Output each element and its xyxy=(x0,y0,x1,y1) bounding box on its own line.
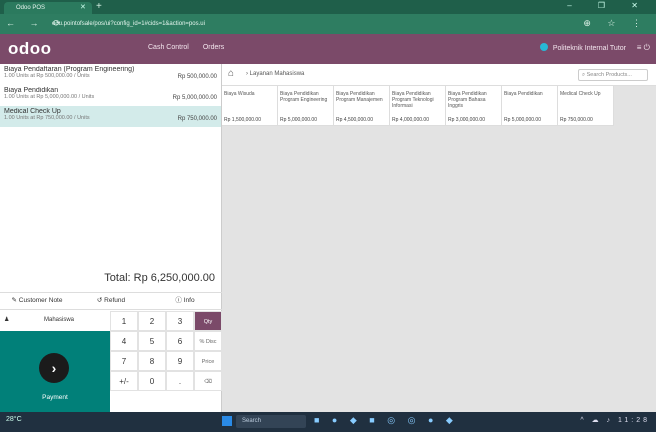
customer-note-label: Customer Note xyxy=(18,297,63,304)
order-line-price: Rp 5,000,000.00 xyxy=(172,95,217,101)
cash-control-button[interactable]: Cash Control xyxy=(148,44,189,51)
breadcrumb-category: Layanan Mahasiswa xyxy=(249,71,305,77)
numpad-key[interactable]: 3 xyxy=(166,311,194,331)
order-line[interactable]: Biaya Pendaftaran (Program Engineering) 1… xyxy=(0,64,221,85)
numpad-key[interactable]: Price xyxy=(194,351,222,371)
numpad-key[interactable]: ⌫ xyxy=(194,371,222,391)
product-card[interactable]: Biaya Pendidikan Program Teknologi Infor… xyxy=(390,86,446,126)
product-price: Rp 5,000,000.00 xyxy=(280,117,317,123)
control-buttons: ✎ Customer Note ↺ Refund ⓘ Info xyxy=(0,292,222,310)
product-price: Rp 5,000,000.00 xyxy=(504,117,541,123)
browser-extension-icons[interactable]: ⊕ ☆ ⋮ xyxy=(583,18,648,29)
product-name: Biaya Pendidikan Program Bahasa Inggris xyxy=(448,91,487,109)
top-nav: Cash Control Orders xyxy=(148,44,224,51)
payment-button[interactable]: › Payment xyxy=(0,331,110,412)
product-search-input[interactable]: ⌕ Search Products... xyxy=(578,69,648,81)
browser-tab[interactable]: Odoo POS ✕ xyxy=(4,2,92,14)
product-price: Rp 1,500,000.00 xyxy=(224,117,261,123)
product-card[interactable]: Biaya Pendidikan Rp 5,000,000.00 xyxy=(502,86,558,126)
product-price: Rp 4,500,000.00 xyxy=(336,117,373,123)
numpad-key[interactable]: Qty xyxy=(194,311,222,331)
customer-button[interactable]: ♟ Mahasiswa xyxy=(0,310,110,331)
product-name: Biaya Pendidikan Program Engineering xyxy=(280,91,328,103)
order-line-name: Medical Check Up xyxy=(4,108,61,115)
new-tab-icon[interactable]: + xyxy=(96,1,102,12)
order-total: Total: Rp 6,250,000.00 xyxy=(104,272,215,284)
orders-button[interactable]: Orders xyxy=(203,44,224,51)
taskbar-search[interactable]: Search xyxy=(236,415,306,428)
product-card[interactable]: Medical Check Up Rp 750,000.00 xyxy=(558,86,614,126)
user-name: Politeknik Internal Tutor xyxy=(552,45,626,52)
product-card[interactable]: Biaya Wisuda Rp 1,500,000.00 xyxy=(222,86,278,126)
numpad-key[interactable]: +/- xyxy=(110,371,138,391)
order-line-price: Rp 500,000.00 xyxy=(177,74,217,80)
menu-icons[interactable]: ≡ ⏻ xyxy=(637,43,650,53)
numpad-key[interactable]: 8 xyxy=(138,351,166,371)
odoo-logo: odoo xyxy=(8,39,52,58)
taskbar-app-icons[interactable]: ■ ● ◆ ■ ◎ ◎ ● ◆ xyxy=(314,415,458,426)
numpad-key[interactable]: 9 xyxy=(166,351,194,371)
refund-button[interactable]: ↺ Refund xyxy=(74,293,148,309)
product-panel: ⌂ › Layanan Mahasiswa ⌕ Search Products.… xyxy=(222,64,656,412)
customer-label: Mahasiswa xyxy=(44,317,75,323)
numpad-key[interactable]: 6 xyxy=(166,331,194,351)
numpad-key[interactable]: 0 xyxy=(138,371,166,391)
avatar xyxy=(539,43,548,51)
chevron-right-icon: › xyxy=(39,353,69,383)
product-card[interactable]: Biaya Pendidikan Program Engineering Rp 5… xyxy=(278,86,334,126)
product-price: Rp 3,000,000.00 xyxy=(448,117,485,123)
order-line-name: Biaya Pendidikan xyxy=(4,87,59,94)
numpad-key[interactable]: 7 xyxy=(110,351,138,371)
order-lines: Biaya Pendaftaran (Program Engineering) 1… xyxy=(0,64,221,127)
info-button[interactable]: ⓘ Info xyxy=(148,293,222,309)
product-name: Biaya Pendidikan Program Teknologi Infor… xyxy=(392,91,434,109)
weather-widget[interactable]: 28°C xyxy=(6,416,22,423)
search-placeholder: Search Products... xyxy=(586,72,632,78)
numpad-key[interactable]: 5 xyxy=(138,331,166,351)
numpad-key[interactable]: 4 xyxy=(110,331,138,351)
browser-tab-title: Odoo POS xyxy=(16,5,46,11)
user-menu[interactable]: Politeknik Internal Tutor xyxy=(539,43,626,52)
odoo-top-bar: odoo Cash Control Orders Politeknik Inte… xyxy=(0,34,656,64)
product-name: Medical Check Up xyxy=(560,91,601,97)
breadcrumb[interactable]: › Layanan Mahasiswa xyxy=(246,71,304,77)
order-line[interactable]: Biaya Pendidikan 1.00 Units at Rp 5,000,0… xyxy=(0,85,221,106)
customer-note-button[interactable]: ✎ Customer Note xyxy=(0,293,74,309)
home-icon[interactable]: ⌂ xyxy=(228,68,234,79)
refund-label: Refund xyxy=(104,297,126,304)
close-tab-icon[interactable]: ✕ xyxy=(80,2,86,14)
product-name: Biaya Pendidikan xyxy=(504,91,543,97)
payment-label: Payment xyxy=(42,394,68,401)
person-icon: ♟ xyxy=(4,317,10,323)
product-name: Biaya Wisuda xyxy=(224,91,255,97)
url-field[interactable]: edu.pointofsale/pos/ui?config_id=1#cids=… xyxy=(52,17,482,31)
numpad-key[interactable]: 2 xyxy=(138,311,166,331)
order-line[interactable]: Medical Check Up 1.00 Units at Rp 750,000… xyxy=(0,106,221,127)
product-name: Biaya Pendidikan Program Manajemen xyxy=(336,91,383,103)
numpad-key[interactable]: 1 xyxy=(110,311,138,331)
product-card[interactable]: Biaya Pendidikan Program Bahasa Inggris R… xyxy=(446,86,502,126)
info-label: Info xyxy=(183,297,195,304)
order-line-name: Biaya Pendaftaran (Program Engineering) xyxy=(4,66,135,73)
order-panel: Biaya Pendaftaran (Program Engineering) 1… xyxy=(0,64,222,412)
numpad-area: ♟ Mahasiswa › Payment 1 2 3 Qty 4 5 6% Disc 7 8 9… xyxy=(0,310,222,412)
numpad-key[interactable]: % Disc xyxy=(194,331,222,351)
os-taskbar: 28°C Search ■ ● ◆ ■ ◎ ◎ ● ◆ ^ ☁ ♪ 11:28 xyxy=(0,412,656,432)
product-card[interactable]: Biaya Pendidikan Program Manajemen Rp 4,5… xyxy=(334,86,390,126)
windows-start-icon[interactable] xyxy=(222,416,232,426)
window-controls[interactable]: – ❐ ✕ xyxy=(567,1,650,10)
product-price: Rp 750,000.00 xyxy=(560,117,593,123)
numpad-key[interactable]: . xyxy=(166,371,194,391)
product-toolbar: ⌂ › Layanan Mahasiswa ⌕ Search Products.… xyxy=(222,64,656,86)
system-tray[interactable]: ^ ☁ ♪ 11:28 xyxy=(580,416,650,424)
product-price: Rp 4,000,000.00 xyxy=(392,117,429,123)
browser-tab-strip: Odoo POS ✕ + – ❐ ✕ xyxy=(0,0,656,14)
product-grid: Biaya Wisuda Rp 1,500,000.00 Biaya Pendidi… xyxy=(222,86,614,126)
order-line-price: Rp 750,000.00 xyxy=(177,116,217,122)
browser-address-bar: ← → ⟳ edu.pointofsale/pos/ui?config_id=1… xyxy=(0,14,656,34)
